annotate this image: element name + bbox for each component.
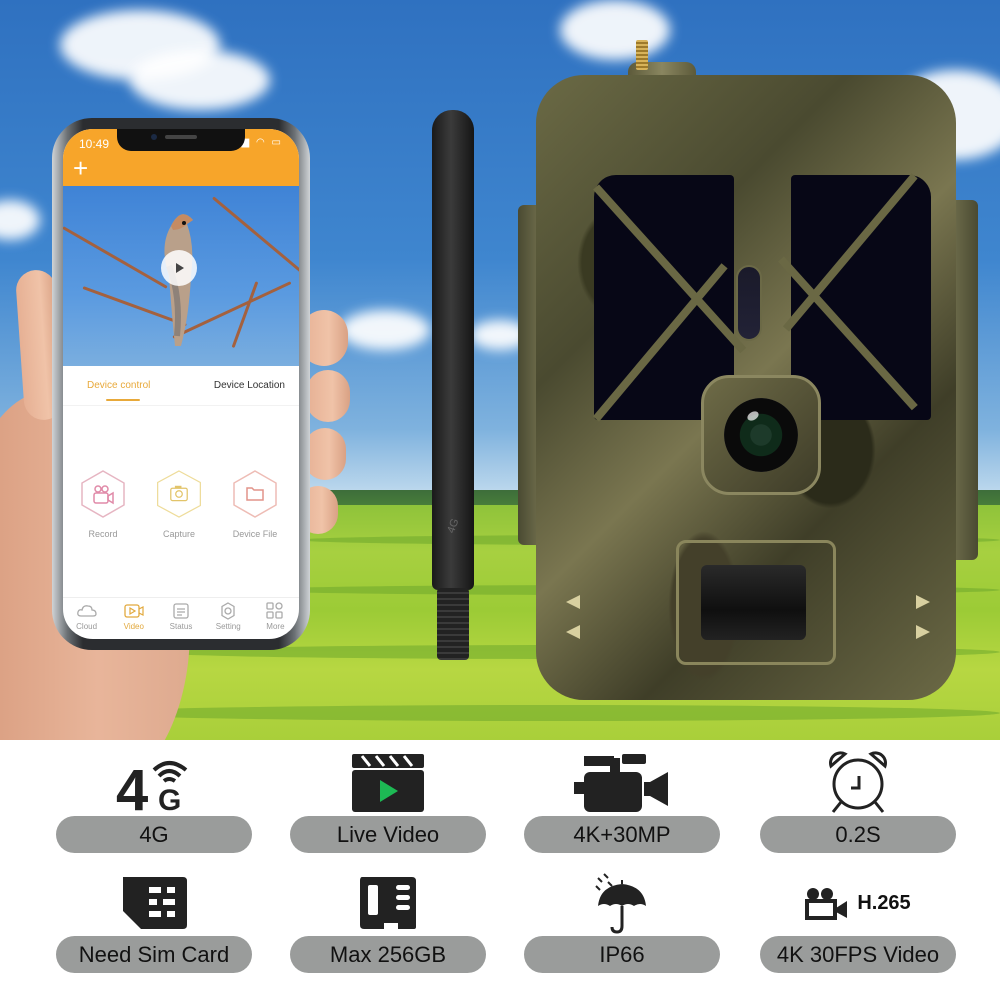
- sim-card-icon: [123, 877, 187, 929]
- device-file-button[interactable]: Device File: [223, 469, 287, 539]
- svg-text:4: 4: [116, 758, 148, 814]
- video-preview[interactable]: [63, 186, 299, 366]
- wifi-icon: ◠: [256, 137, 267, 148]
- feature-label: 4G: [56, 816, 252, 853]
- camera-icon: [157, 470, 201, 518]
- feature-label: 4K 30FPS Video: [760, 936, 956, 973]
- capture-button[interactable]: Capture: [147, 469, 211, 539]
- feature-label: Need Sim Card: [56, 936, 252, 973]
- lens-housing: [701, 375, 821, 495]
- feature-storage: Max 256GB: [290, 870, 486, 973]
- folder-icon: [233, 470, 277, 518]
- feature-4g: 4 G 4G: [56, 750, 252, 853]
- grid-icon: [266, 602, 284, 619]
- light-sensor: [736, 265, 762, 341]
- play-icon: [176, 263, 184, 273]
- 4g-signal-icon: 4 G: [116, 758, 188, 814]
- cloud: [0, 200, 40, 240]
- plus-icon[interactable]: +: [73, 155, 88, 181]
- trail-camera: [518, 40, 978, 700]
- camcorder-icon: [574, 754, 668, 812]
- feature-sim-card: Need Sim Card: [56, 870, 252, 973]
- pir-sensor: [701, 565, 806, 640]
- feature-waterproof: IP66: [524, 870, 720, 973]
- cloud: [130, 50, 270, 110]
- antenna: 4G: [432, 110, 474, 660]
- nav-setting[interactable]: Setting: [205, 598, 252, 639]
- phone-screen: 10:49 ▂▄▆ ◠ ▭ +: [63, 129, 299, 639]
- feature-grid: 4 G 4G Live Video 4K+30MP 0.2S Need Sim …: [0, 740, 1000, 1000]
- active-tab-indicator: [106, 399, 140, 401]
- nav-more[interactable]: More: [252, 598, 299, 639]
- smartphone: 10:49 ▂▄▆ ◠ ▭ +: [52, 118, 310, 650]
- camera-lens: [724, 398, 798, 472]
- movie-camera-icon: [805, 888, 848, 920]
- phone-notch: [117, 129, 245, 151]
- nav-cloud[interactable]: Cloud: [63, 598, 110, 639]
- device-tabs: Device control Device Location: [63, 366, 299, 406]
- product-hero-scene: 10:49 ▂▄▆ ◠ ▭ +: [0, 0, 1000, 740]
- antenna-connector: [636, 40, 648, 70]
- video-camera-icon: [81, 470, 125, 518]
- umbrella-rain-icon: [595, 873, 646, 934]
- feature-label: IP66: [524, 936, 720, 973]
- feature-label: 0.2S: [760, 816, 956, 853]
- status-list-icon: [173, 603, 189, 619]
- play-button[interactable]: [161, 250, 197, 286]
- tab-device-location[interactable]: Device Location: [214, 380, 285, 391]
- feature-label: 4K+30MP: [524, 816, 720, 853]
- feature-trigger-speed: 0.2S: [760, 750, 956, 853]
- micro-sd-card-icon: [360, 877, 416, 929]
- alarm-clock-icon: [829, 751, 887, 813]
- tab-device-control[interactable]: Device control: [87, 380, 150, 391]
- status-time: 10:49: [79, 137, 110, 151]
- camera-body: [536, 75, 956, 700]
- battery-icon: ▭: [271, 137, 283, 148]
- cloud-icon: [76, 605, 97, 617]
- nav-video[interactable]: Video: [110, 598, 157, 639]
- clapperboard-play-icon: [352, 754, 424, 812]
- record-button[interactable]: Record: [71, 469, 135, 539]
- feature-label: Live Video: [290, 816, 486, 853]
- feature-video-codec: H.265 4K 30FPS Video: [760, 870, 956, 973]
- feature-4k-30mp: 4K+30MP: [524, 750, 720, 853]
- h265-codec-label: H.265: [857, 891, 911, 914]
- feature-label: Max 256GB: [290, 936, 486, 973]
- video-icon: [124, 604, 144, 618]
- feature-live-video: Live Video: [290, 750, 486, 853]
- gear-icon: [221, 602, 235, 620]
- svg-text:G: G: [158, 784, 181, 814]
- bottom-nav: Cloud Video Status Setting More: [63, 597, 299, 639]
- nav-status[interactable]: Status: [157, 598, 204, 639]
